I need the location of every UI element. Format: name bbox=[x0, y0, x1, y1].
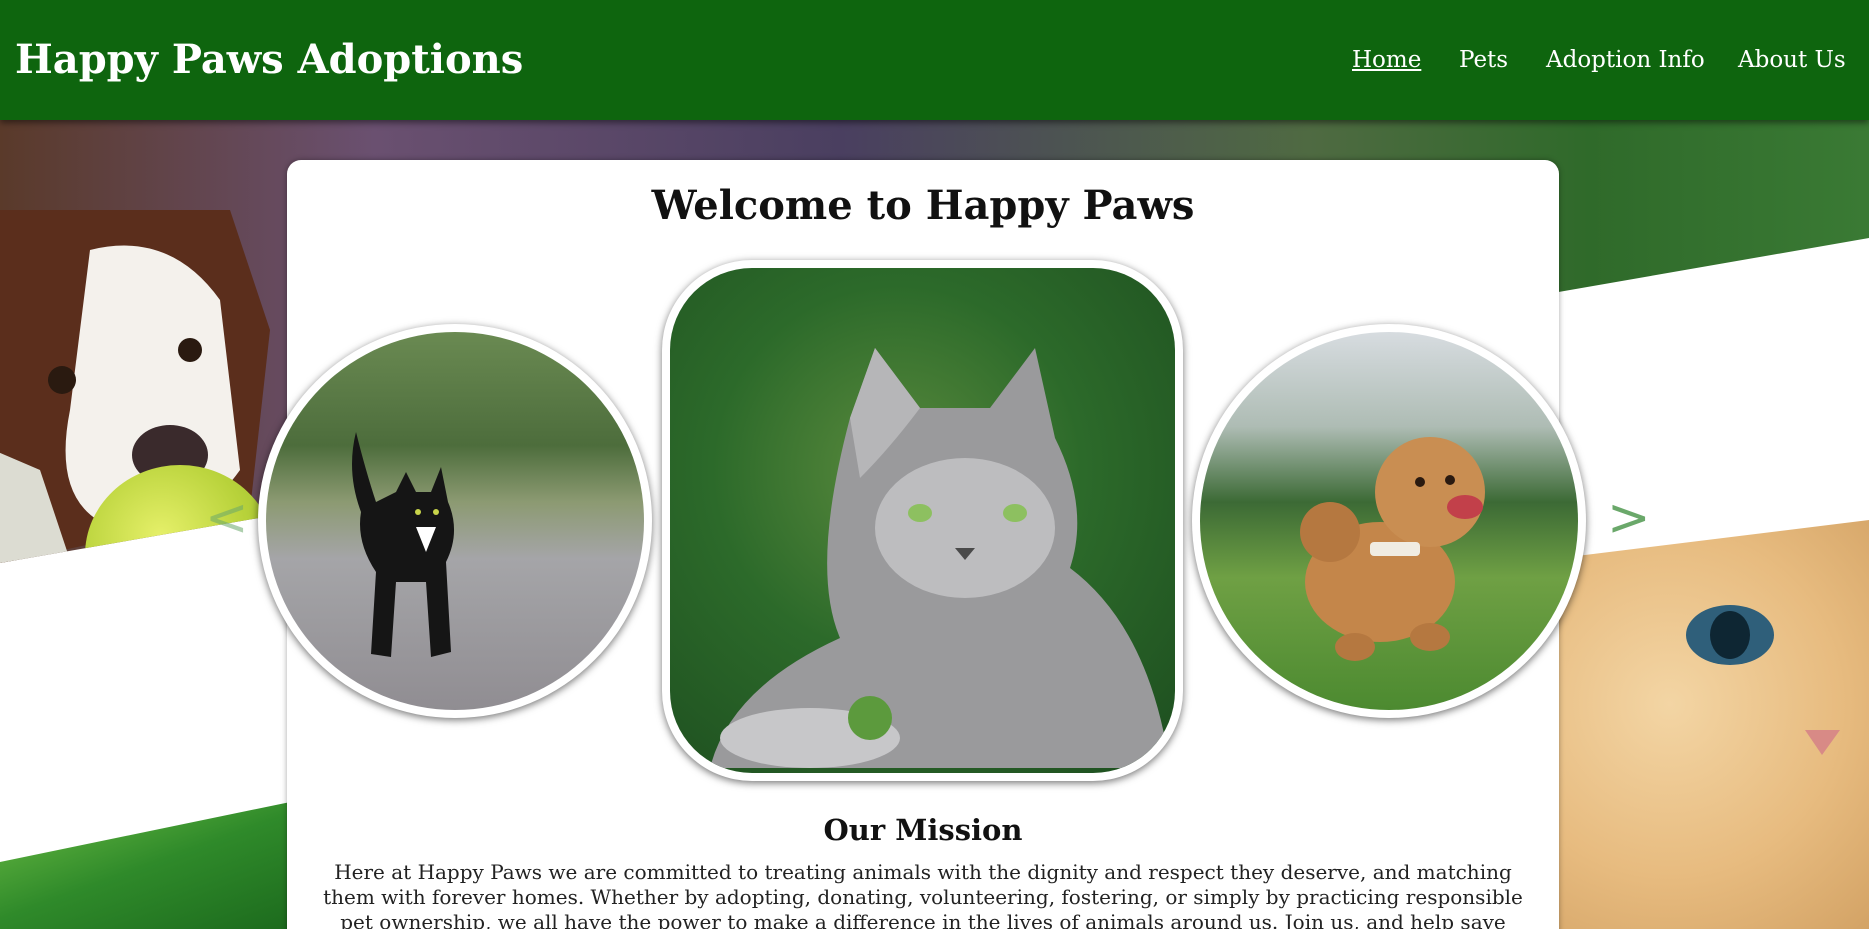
grey-cat-photo bbox=[670, 268, 1175, 773]
carousel-prev-button[interactable]: < bbox=[205, 492, 249, 544]
nav-link-about-us[interactable]: About Us bbox=[1738, 46, 1846, 74]
hero-background-grass-image bbox=[0, 800, 300, 929]
mission-text: Here at Happy Paws we are committed to t… bbox=[323, 860, 1523, 929]
mission-title: Our Mission bbox=[823, 813, 1023, 847]
carousel-next-button[interactable]: > bbox=[1607, 492, 1651, 544]
puppy-photo bbox=[1200, 332, 1578, 710]
carousel-slide-black-cat[interactable] bbox=[258, 324, 652, 718]
site-logo-title[interactable]: Happy Paws Adoptions bbox=[15, 36, 523, 84]
carousel-slide-puppy[interactable] bbox=[1192, 324, 1586, 718]
nav-link-home[interactable]: Home bbox=[1352, 46, 1421, 74]
carousel-slide-grey-cat[interactable] bbox=[662, 260, 1183, 781]
nav-link-adoption-info[interactable]: Adoption Info bbox=[1546, 46, 1705, 74]
page-title: Welcome to Happy Paws bbox=[651, 182, 1195, 229]
site-header: Happy Paws Adoptions Home Pets Adoption … bbox=[0, 0, 1869, 120]
nav-link-pets[interactable]: Pets bbox=[1459, 46, 1508, 74]
black-cat-photo bbox=[266, 332, 644, 710]
